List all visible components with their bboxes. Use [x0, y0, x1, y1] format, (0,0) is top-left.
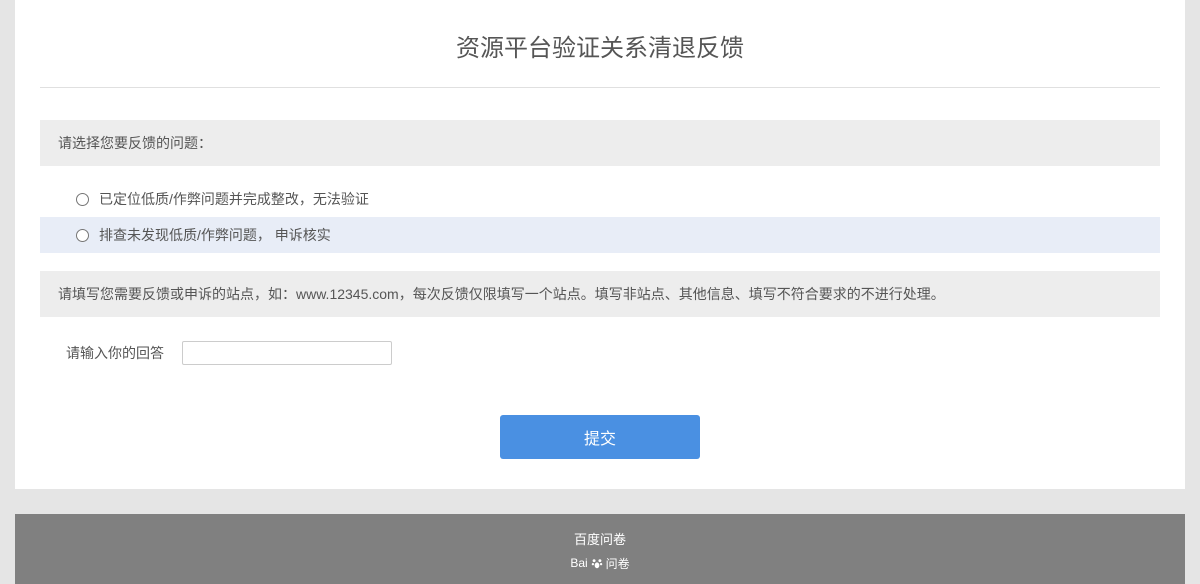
option-row-1[interactable]: 已定位低质/作弊问题并完成整改，无法验证 [40, 181, 1160, 217]
options-group: 已定位低质/作弊问题并完成整改，无法验证 排查未发现低质/作弊问题， 申诉核实 [40, 181, 1160, 253]
question-header: 请选择您要反馈的问题： [40, 120, 1160, 166]
option-label-1: 已定位低质/作弊问题并完成整改，无法验证 [99, 189, 369, 209]
footer: 百度问卷 Bai 问卷 [15, 514, 1185, 584]
submit-button[interactable]: 提交 [500, 415, 700, 459]
divider [40, 87, 1160, 88]
answer-input[interactable] [182, 341, 392, 365]
form-card: 资源平台验证关系清退反馈 请选择您要反馈的问题： 已定位低质/作弊问题并完成整改… [15, 0, 1185, 489]
radio-option-2[interactable] [76, 229, 89, 242]
answer-row: 请输入你的回答 [40, 341, 1160, 365]
answer-label: 请输入你的回答 [66, 343, 164, 363]
radio-option-1[interactable] [76, 193, 89, 206]
logo-suffix: 问卷 [606, 555, 630, 572]
instruction-text: 请填写您需要反馈或申诉的站点，如：www.12345.com，每次反馈仅限填写一… [40, 271, 1160, 317]
paw-icon [590, 556, 604, 570]
submit-wrap: 提交 [15, 415, 1185, 459]
option-label-2: 排查未发现低质/作弊问题， 申诉核实 [99, 225, 331, 245]
page-title: 资源平台验证关系清退反馈 [15, 0, 1185, 87]
option-row-2[interactable]: 排查未发现低质/作弊问题， 申诉核实 [40, 217, 1160, 253]
logo-prefix: Bai [570, 556, 587, 570]
footer-logo: Bai 问卷 [570, 555, 629, 572]
footer-text: 百度问卷 [15, 529, 1185, 548]
